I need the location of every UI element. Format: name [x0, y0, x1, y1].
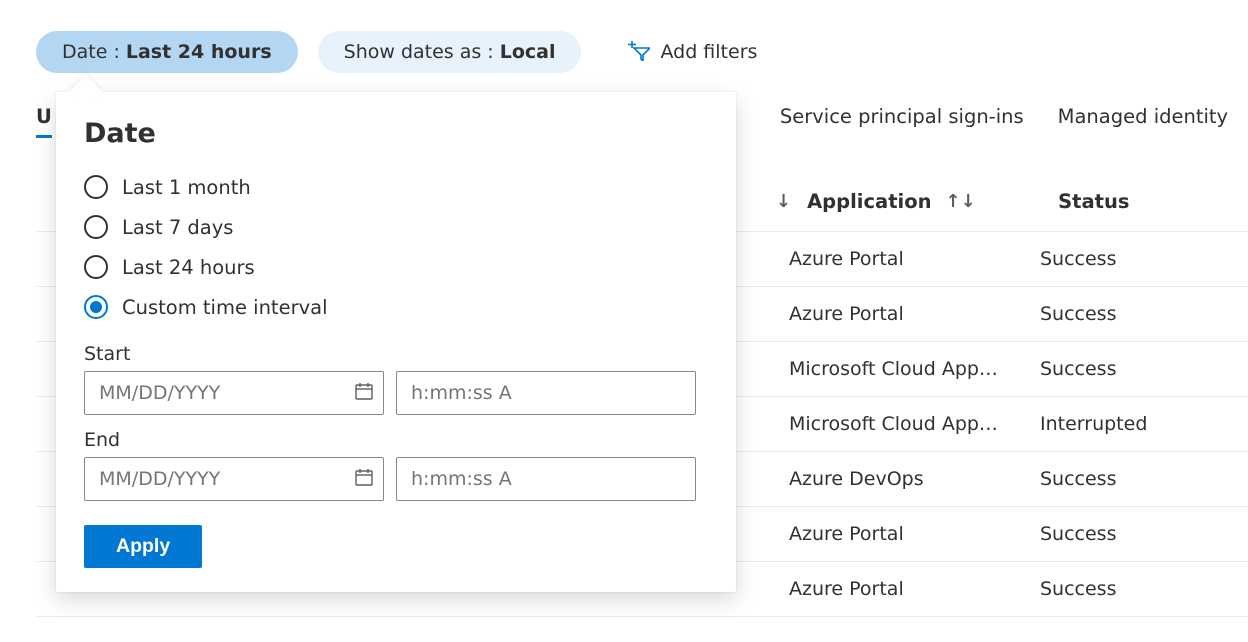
cell-application: Azure Portal — [789, 303, 1016, 325]
start-label: Start — [84, 343, 708, 365]
end-time-input-wrap — [396, 457, 696, 501]
filter-icon — [628, 41, 650, 66]
end-date-input[interactable] — [84, 457, 384, 501]
show-dates-prefix: Show dates as : — [344, 41, 494, 63]
column-header-status-label: Status — [1058, 190, 1129, 213]
radio-label: Last 24 hours — [122, 256, 255, 279]
apply-button[interactable]: Apply — [84, 525, 202, 568]
start-time-input-wrap — [396, 371, 696, 415]
radio-label: Custom time interval — [122, 296, 328, 319]
cell-application: Azure DevOps — [789, 468, 1016, 490]
radio-last-24-hours[interactable]: Last 24 hours — [84, 247, 708, 287]
radio-last-7-days[interactable]: Last 7 days — [84, 207, 708, 247]
show-dates-value: Local — [500, 41, 556, 63]
tab-user[interactable]: U — [36, 105, 52, 138]
cell-application: Azure Portal — [789, 578, 1016, 600]
start-field-row — [84, 371, 708, 415]
end-time-input[interactable] — [396, 457, 696, 501]
cell-application: Microsoft Cloud App… — [789, 358, 1016, 380]
column-header-application[interactable]: Application ↑↓ — [807, 190, 1034, 213]
calendar-icon[interactable] — [354, 381, 374, 405]
radio-label: Last 7 days — [122, 216, 233, 239]
end-date-input-wrap — [84, 457, 384, 501]
date-filter-pill[interactable]: Date : Last 24 hours — [36, 31, 298, 73]
cell-status: Interrupted — [1040, 413, 1240, 435]
cell-status: Success — [1040, 358, 1240, 380]
radio-icon — [84, 175, 108, 199]
end-label: End — [84, 429, 708, 451]
radio-icon — [84, 215, 108, 239]
start-date-input-wrap — [84, 371, 384, 415]
filter-bar: Date : Last 24 hours Show dates as : Loc… — [0, 0, 1248, 75]
tab-managed-identity[interactable]: Managed identity — [1058, 105, 1228, 138]
cell-status: Success — [1040, 303, 1240, 325]
cell-application: Microsoft Cloud App… — [789, 413, 1016, 435]
sort-icon: ↑↓ — [945, 191, 975, 212]
radio-last-1-month[interactable]: Last 1 month — [84, 167, 708, 207]
add-filters-label: Add filters — [660, 41, 757, 63]
popover-title: Date — [84, 118, 708, 149]
date-range-radio-group: Last 1 month Last 7 days Last 24 hours C… — [84, 167, 708, 327]
show-dates-pill[interactable]: Show dates as : Local — [318, 31, 582, 73]
cell-application: Azure Portal — [789, 523, 1016, 545]
date-filter-popover: Date Last 1 month Last 7 days Last 24 ho… — [56, 92, 736, 592]
cell-status: Success — [1040, 523, 1240, 545]
cell-application: Azure Portal — [789, 248, 1016, 270]
start-time-input[interactable] — [396, 371, 696, 415]
date-filter-value: Last 24 hours — [126, 41, 272, 63]
start-date-input[interactable] — [84, 371, 384, 415]
calendar-icon[interactable] — [354, 467, 374, 491]
tab-service-principal[interactable]: Service principal sign-ins — [780, 105, 1024, 138]
end-field-row — [84, 457, 708, 501]
add-filters-button[interactable]: Add filters — [601, 28, 784, 75]
cell-status: Success — [1040, 248, 1240, 270]
sort-down-icon[interactable]: ↓ — [776, 191, 791, 212]
column-header-application-label: Application — [807, 190, 931, 213]
radio-icon — [84, 295, 108, 319]
radio-icon — [84, 255, 108, 279]
date-filter-prefix: Date : — [62, 41, 120, 63]
cell-status: Success — [1040, 468, 1240, 490]
radio-custom-time-interval[interactable]: Custom time interval — [84, 287, 708, 327]
column-header-status[interactable]: Status — [1058, 190, 1238, 213]
cell-status: Success — [1040, 578, 1240, 600]
radio-label: Last 1 month — [122, 176, 251, 199]
